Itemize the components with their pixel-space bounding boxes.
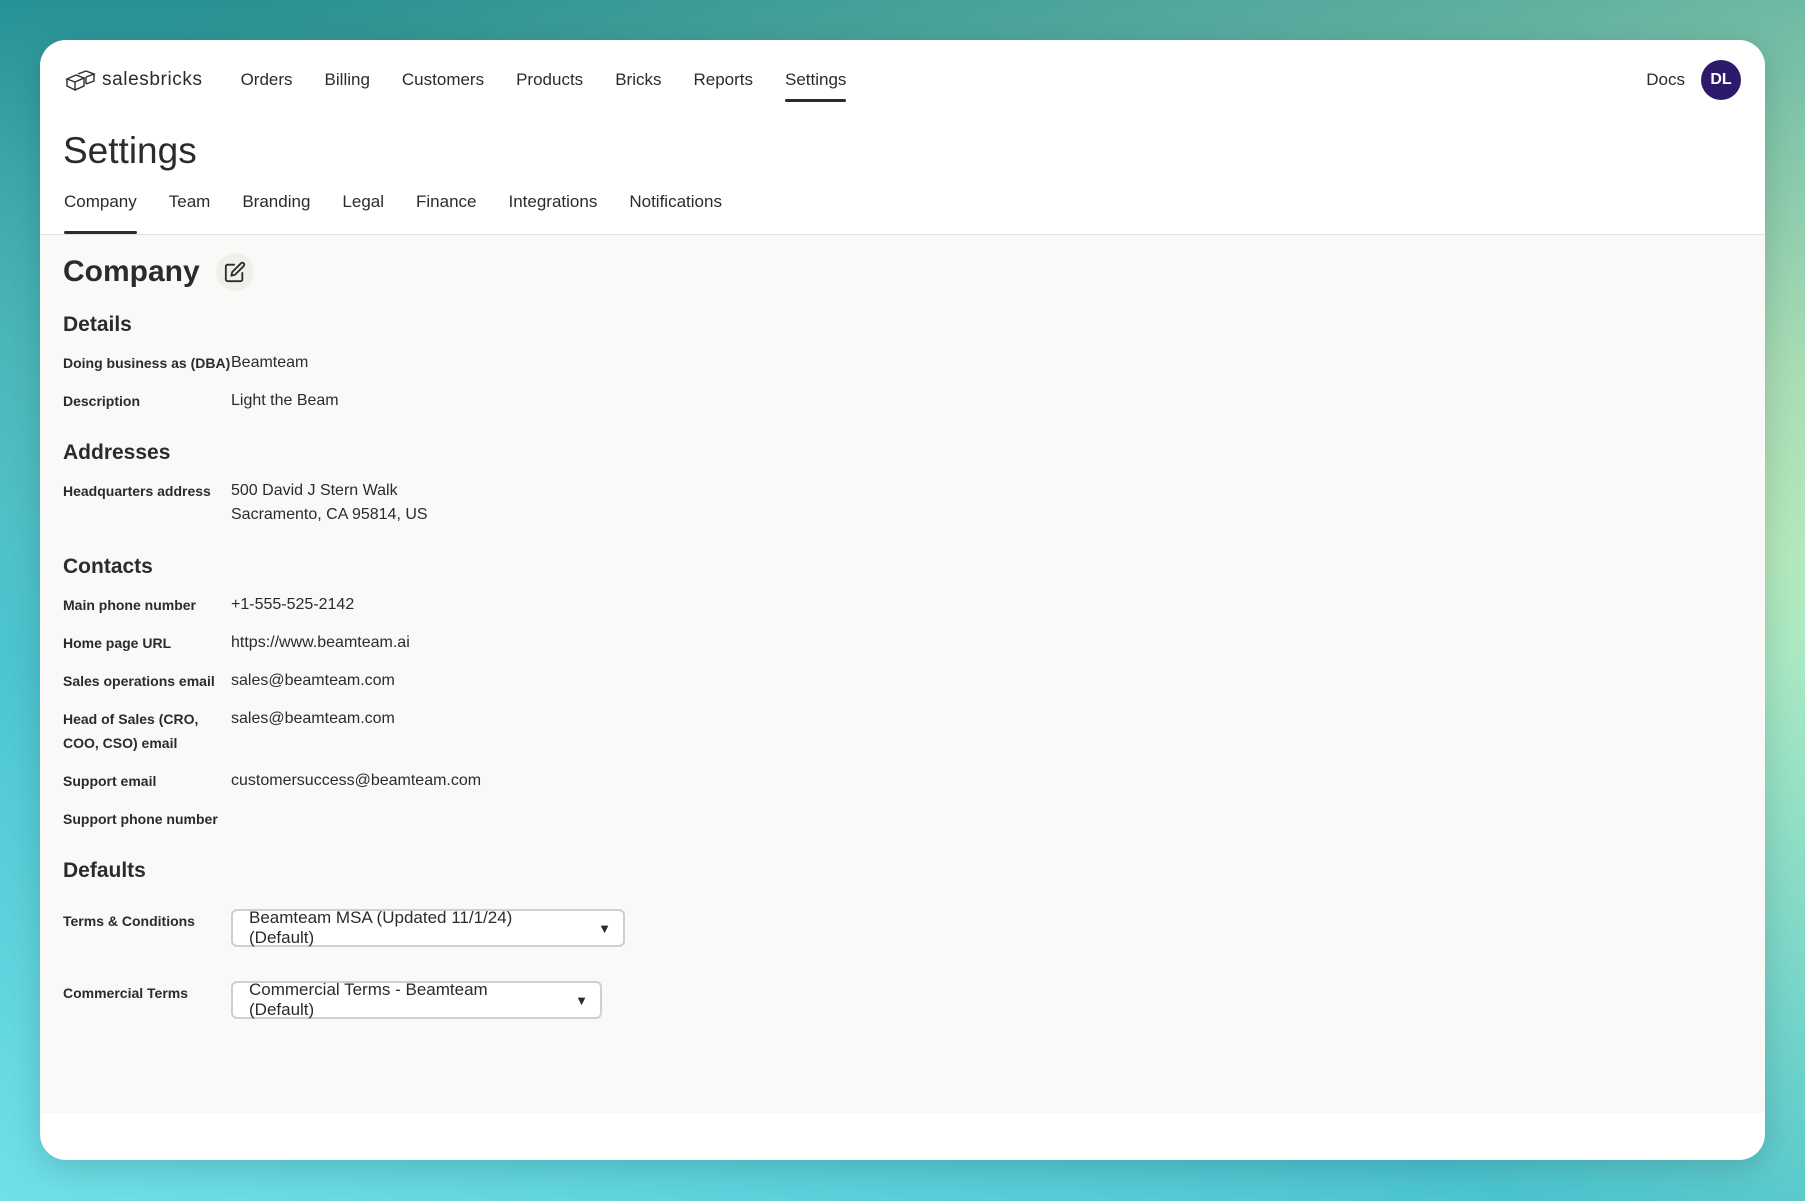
company-settings-content: Company Details Doing business as (DBA) … xyxy=(40,235,1765,1113)
dropdown-arrow-icon: ▼ xyxy=(598,920,611,936)
description-row: Description Light the Beam xyxy=(63,389,1741,413)
nav-bricks[interactable]: Bricks xyxy=(615,40,661,120)
hq-address-row: Headquarters address 500 David J Stern W… xyxy=(63,479,1741,527)
details-heading: Details xyxy=(63,313,132,336)
terms-select[interactable]: Beamteam MSA (Updated 11/1/24) (Default)… xyxy=(231,908,625,947)
commercial-select[interactable]: Commercial Terms - Beamteam (Default) ▼ xyxy=(231,980,602,1019)
nav-products[interactable]: Products xyxy=(516,40,583,120)
terms-select-value: Beamteam MSA (Updated 11/1/24) (Default) xyxy=(249,908,513,947)
nav-orders[interactable]: Orders xyxy=(241,40,293,120)
tab-notifications[interactable]: Notifications xyxy=(629,192,722,234)
dba-row: Doing business as (DBA) Beamteam xyxy=(63,351,1741,375)
hq-address-line1: 500 David J Stern Walk xyxy=(231,482,398,499)
edit-company-button[interactable] xyxy=(215,253,254,291)
docs-link[interactable]: Docs xyxy=(1646,70,1685,90)
support-email-value: customersuccess@beamteam.com xyxy=(231,772,482,789)
description-value: Light the Beam xyxy=(231,392,339,409)
tab-legal[interactable]: Legal xyxy=(342,192,384,234)
homepage-row: Home page URL https://www.beamteam.ai xyxy=(63,631,1741,655)
tab-team[interactable]: Team xyxy=(169,192,211,234)
terms-label: Terms & Conditions xyxy=(63,913,195,929)
dropdown-arrow-icon: ▼ xyxy=(575,992,588,1008)
app-window: salesbricks Orders Billing Customers Pro… xyxy=(40,40,1765,1160)
commercial-row: Commercial Terms Commercial Terms - Beam… xyxy=(63,980,1741,1019)
dba-value: Beamteam xyxy=(231,354,309,371)
contacts-heading: Contacts xyxy=(63,555,153,578)
edit-icon xyxy=(224,261,245,283)
company-title: Company xyxy=(63,255,200,288)
logo-text: salesbricks xyxy=(102,69,203,90)
support-phone-row: Support phone number xyxy=(63,807,1741,831)
hq-address-line2: Sacramento, CA 95814, US xyxy=(231,506,428,523)
head-sales-row: Head of Sales (CRO, COO, CSO) email sale… xyxy=(63,707,1741,755)
tab-branding[interactable]: Branding xyxy=(242,192,310,234)
tab-finance[interactable]: Finance xyxy=(416,192,476,234)
support-email-row: Support email customersuccess@beamteam.c… xyxy=(63,769,1741,793)
sales-ops-row: Sales operations email sales@beamteam.co… xyxy=(63,669,1741,693)
description-label: Description xyxy=(63,393,141,409)
nav-reports[interactable]: Reports xyxy=(693,40,753,120)
hq-address-value: 500 David J Stern Walk Sacramento, CA 95… xyxy=(231,479,428,527)
dba-label: Doing business as (DBA) xyxy=(63,355,231,371)
hq-address-label: Headquarters address xyxy=(63,483,211,499)
head-sales-label: Head of Sales (CRO, COO, CSO) email xyxy=(63,711,199,751)
commercial-label: Commercial Terms xyxy=(63,985,189,1001)
nav-customers[interactable]: Customers xyxy=(402,40,484,120)
terms-row: Terms & Conditions Beamteam MSA (Updated… xyxy=(63,908,1741,947)
main-phone-value: +1-555-525-2142 xyxy=(231,596,355,613)
defaults-heading: Defaults xyxy=(63,859,146,882)
sales-ops-value: sales@beamteam.com xyxy=(231,672,395,689)
top-navigation-bar: salesbricks Orders Billing Customers Pro… xyxy=(40,40,1765,120)
salesbricks-logo[interactable]: salesbricks xyxy=(64,67,203,93)
main-phone-label: Main phone number xyxy=(63,597,196,613)
company-header: Company xyxy=(63,253,1741,291)
nav-settings[interactable]: Settings xyxy=(785,40,847,120)
nav-billing[interactable]: Billing xyxy=(325,40,370,120)
homepage-label: Home page URL xyxy=(63,635,172,651)
addresses-heading: Addresses xyxy=(63,441,171,464)
commercial-select-value: Commercial Terms - Beamteam (Default) xyxy=(249,980,488,1019)
homepage-value: https://www.beamteam.ai xyxy=(231,634,410,651)
top-right-controls: Docs DL xyxy=(1646,60,1741,100)
sales-ops-label: Sales operations email xyxy=(63,673,215,689)
user-avatar[interactable]: DL xyxy=(1701,60,1741,100)
page-title: Settings xyxy=(63,130,197,171)
bricks-logo-icon xyxy=(65,70,96,92)
support-phone-label: Support phone number xyxy=(63,811,218,827)
main-phone-row: Main phone number +1-555-525-2142 xyxy=(63,593,1741,617)
tab-integrations[interactable]: Integrations xyxy=(509,192,598,234)
tab-company[interactable]: Company xyxy=(64,192,137,234)
support-email-label: Support email xyxy=(63,773,157,789)
head-sales-value: sales@beamteam.com xyxy=(231,710,395,727)
settings-tabs: Company Team Branding Legal Finance Inte… xyxy=(40,192,1765,235)
main-nav: Orders Billing Customers Products Bricks… xyxy=(225,40,863,120)
